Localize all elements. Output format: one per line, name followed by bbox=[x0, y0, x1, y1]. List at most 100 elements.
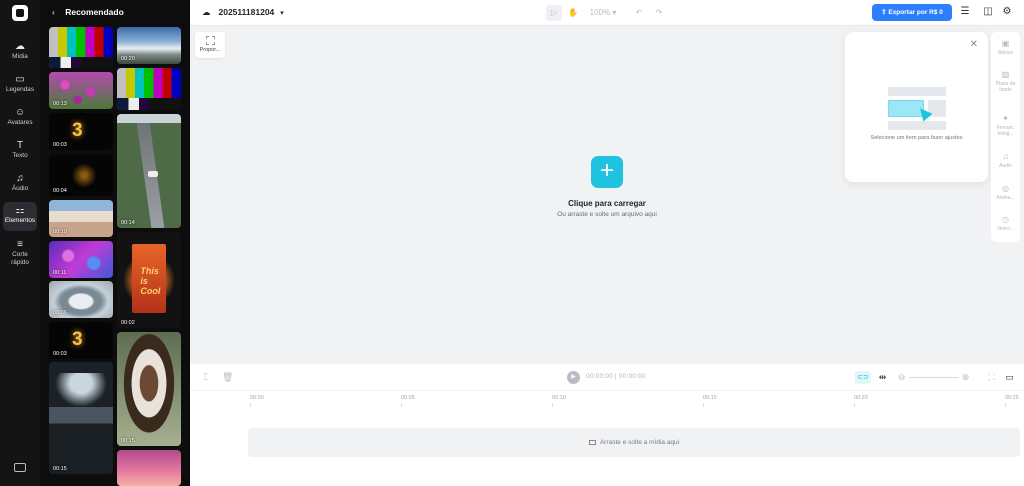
timeline: 00:00 00:05 00:10 00:15 00:20 00:25 Arra… bbox=[190, 391, 1024, 486]
media-thumb[interactable]: 00:15 bbox=[49, 362, 113, 474]
aspect-ratio-label: Propor... bbox=[199, 47, 221, 53]
project-name-button[interactable]: ☁ 202511181204 ▾ bbox=[202, 7, 284, 18]
export-button[interactable]: ⇧ Exportar por R$ 0 bbox=[872, 4, 952, 21]
rail-item-label: Mídia bbox=[12, 53, 28, 60]
rail-item-label: Elementos bbox=[4, 217, 36, 224]
close-icon[interactable]: ✕ bbox=[970, 39, 978, 50]
music-icon: ♫ bbox=[1002, 152, 1009, 161]
upload-title[interactable]: Clique para carregar bbox=[507, 199, 707, 208]
hand-tool-icon[interactable]: ✋ bbox=[566, 5, 580, 21]
popup-message: Selecione um item para fazer ajustes bbox=[870, 135, 963, 141]
media-drop-track[interactable]: Arraste e solte a mídia aqui bbox=[248, 428, 1020, 457]
rr-item-label: Anima... bbox=[996, 195, 1015, 201]
rail-item-avatars[interactable]: ☺ Avatares bbox=[3, 104, 37, 127]
rr-item-animation[interactable]: ◎ Anima... bbox=[991, 184, 1020, 201]
film-icon bbox=[588, 440, 596, 445]
media-thumb[interactable]: 00:14 bbox=[117, 114, 181, 228]
layers-icon[interactable]: ☰ bbox=[959, 6, 971, 18]
rail-item-label: Áudio bbox=[11, 185, 29, 192]
magic-wand-icon: ✦ bbox=[1002, 114, 1009, 123]
select-tool-icon[interactable]: ▷ bbox=[546, 5, 562, 21]
media-thumb[interactable]: 00:13 bbox=[49, 72, 113, 109]
rail-item-elements[interactable]: ⚏ Elementos bbox=[3, 202, 37, 231]
rail-item-media[interactable]: ☁ Mídia bbox=[3, 38, 37, 61]
media-thumb[interactable]: 3 00:03 bbox=[49, 322, 113, 359]
text-icon: T bbox=[16, 140, 24, 151]
drop-hint: Arraste e solte a mídia aqui bbox=[599, 439, 680, 446]
thumb-duration: 00:14 bbox=[121, 220, 135, 226]
basic-icon: ▣ bbox=[1001, 39, 1010, 48]
chevron-down-icon: ▾ bbox=[280, 10, 284, 17]
redo-icon[interactable]: ↷ bbox=[653, 5, 665, 21]
layout-icon[interactable]: ◫ bbox=[982, 6, 994, 18]
link-icon[interactable]: ⇹ bbox=[877, 372, 888, 383]
media-thumb[interactable]: 3 00:03 bbox=[49, 113, 113, 150]
illustration-row bbox=[888, 121, 946, 130]
rail-item-text[interactable]: T Texto bbox=[3, 137, 37, 160]
delete-icon[interactable]: 🗑 bbox=[222, 372, 233, 383]
project-name: 202511181204 bbox=[218, 7, 275, 17]
upload-button[interactable]: + bbox=[591, 156, 623, 188]
aspect-ratio-button[interactable]: Propor... bbox=[195, 32, 225, 58]
rr-item-audio[interactable]: ♫ Áudio bbox=[991, 152, 1020, 169]
background-icon: ▨ bbox=[1001, 70, 1010, 79]
neon-text: This is Cool bbox=[140, 265, 161, 296]
thumb-glyph: 3 bbox=[72, 119, 83, 141]
rr-item-label: Plano de fundo bbox=[995, 81, 1016, 93]
rr-item-smart-tools[interactable]: ✦ Ferram. inteig... bbox=[991, 114, 1020, 137]
back-arrow-icon[interactable]: ‹ bbox=[52, 7, 55, 17]
zoom-slider[interactable] bbox=[909, 377, 959, 378]
thumb-duration: 00:03 bbox=[53, 142, 67, 148]
thumb-glyph: 3 bbox=[72, 328, 83, 350]
rr-item-label: Áudio bbox=[999, 163, 1012, 169]
rail-item-quick-cut[interactable]: ≡ Corte rápido bbox=[3, 236, 37, 267]
cloud-upload-icon: ☁ bbox=[15, 41, 25, 52]
fit-icon[interactable]: ⛶ bbox=[986, 372, 997, 383]
undo-icon[interactable]: ↶ bbox=[633, 5, 645, 21]
thumb-duration: 00:03 bbox=[53, 351, 67, 357]
adjust-popup: ✕ Selecione um item para fazer ajustes bbox=[845, 32, 988, 182]
timecode: 00:00:00 | 00:00:00 bbox=[586, 373, 646, 380]
thumb-duration: 00:01 bbox=[53, 60, 67, 66]
media-thumb[interactable]: 00:01 bbox=[117, 68, 181, 110]
media-thumb[interactable]: 00:15 bbox=[117, 332, 181, 446]
media-thumb[interactable]: 00:20 bbox=[117, 27, 181, 64]
rr-item-speed[interactable]: ◷ Veloci... bbox=[991, 215, 1020, 232]
media-thumb[interactable] bbox=[117, 450, 181, 486]
rr-item-background[interactable]: ▨ Plano de fundo bbox=[991, 70, 1020, 93]
capcut-logo-icon[interactable] bbox=[12, 5, 28, 21]
zoom-in-icon[interactable]: ⊕ bbox=[960, 372, 971, 383]
play-button[interactable]: ▶ bbox=[567, 371, 580, 384]
zoom-out-icon[interactable]: ⊖ bbox=[896, 372, 907, 383]
rail-item-label: Legendas bbox=[5, 86, 35, 93]
keyboard-shortcuts-icon[interactable] bbox=[14, 463, 26, 472]
thumb-duration: 00:15 bbox=[121, 438, 135, 444]
media-thumb[interactable]: 00:01 bbox=[49, 27, 113, 68]
ruler-tick: 00:20 bbox=[854, 395, 868, 407]
rr-item-basic[interactable]: ▣ Básico bbox=[991, 39, 1020, 56]
panel-title: Recomendado bbox=[65, 7, 124, 17]
rail-item-label: Avatares bbox=[7, 119, 33, 126]
media-thumb[interactable]: 00:10 bbox=[49, 200, 113, 237]
zoom-select[interactable]: 100% ▾ bbox=[588, 5, 618, 21]
settings-icon[interactable]: ⚙ bbox=[1001, 6, 1013, 18]
media-thumb[interactable]: 00:04 bbox=[49, 155, 113, 196]
thumb-duration: 00:20 bbox=[121, 56, 135, 62]
ruler-tick: 00:00 bbox=[250, 395, 264, 407]
magnet-snap-icon[interactable]: ⊂⊃ bbox=[855, 371, 871, 384]
rail-item-label: Texto bbox=[12, 152, 28, 159]
media-thumb[interactable]: This is Cool 00:02 bbox=[117, 232, 181, 328]
top-bar: ☁ 202511181204 ▾ ▷ ✋ 100% ▾ ↶ ↷ ⇧ Exportar… bbox=[190, 0, 1024, 26]
media-thumb[interactable]: 00:11 bbox=[49, 241, 113, 278]
animation-icon: ◎ bbox=[1002, 184, 1009, 193]
media-thumb[interactable]: 00:06 bbox=[49, 281, 113, 318]
illustration-row bbox=[888, 87, 946, 96]
thumb-duration: 00:15 bbox=[53, 466, 67, 472]
split-icon[interactable]: ⌶ bbox=[200, 372, 211, 383]
media-panel: ‹ Recomendado 00:01 00:13 3 00:03 00:04 0… bbox=[40, 0, 190, 486]
aspect-ratio-icon bbox=[205, 36, 215, 45]
rail-item-label: Corte rápido bbox=[11, 251, 29, 266]
preview-icon[interactable]: ▭ bbox=[1004, 372, 1015, 383]
rail-item-captions[interactable]: ▭ Legendas bbox=[3, 71, 37, 94]
rail-item-audio[interactable]: ♫ Áudio bbox=[3, 170, 37, 193]
